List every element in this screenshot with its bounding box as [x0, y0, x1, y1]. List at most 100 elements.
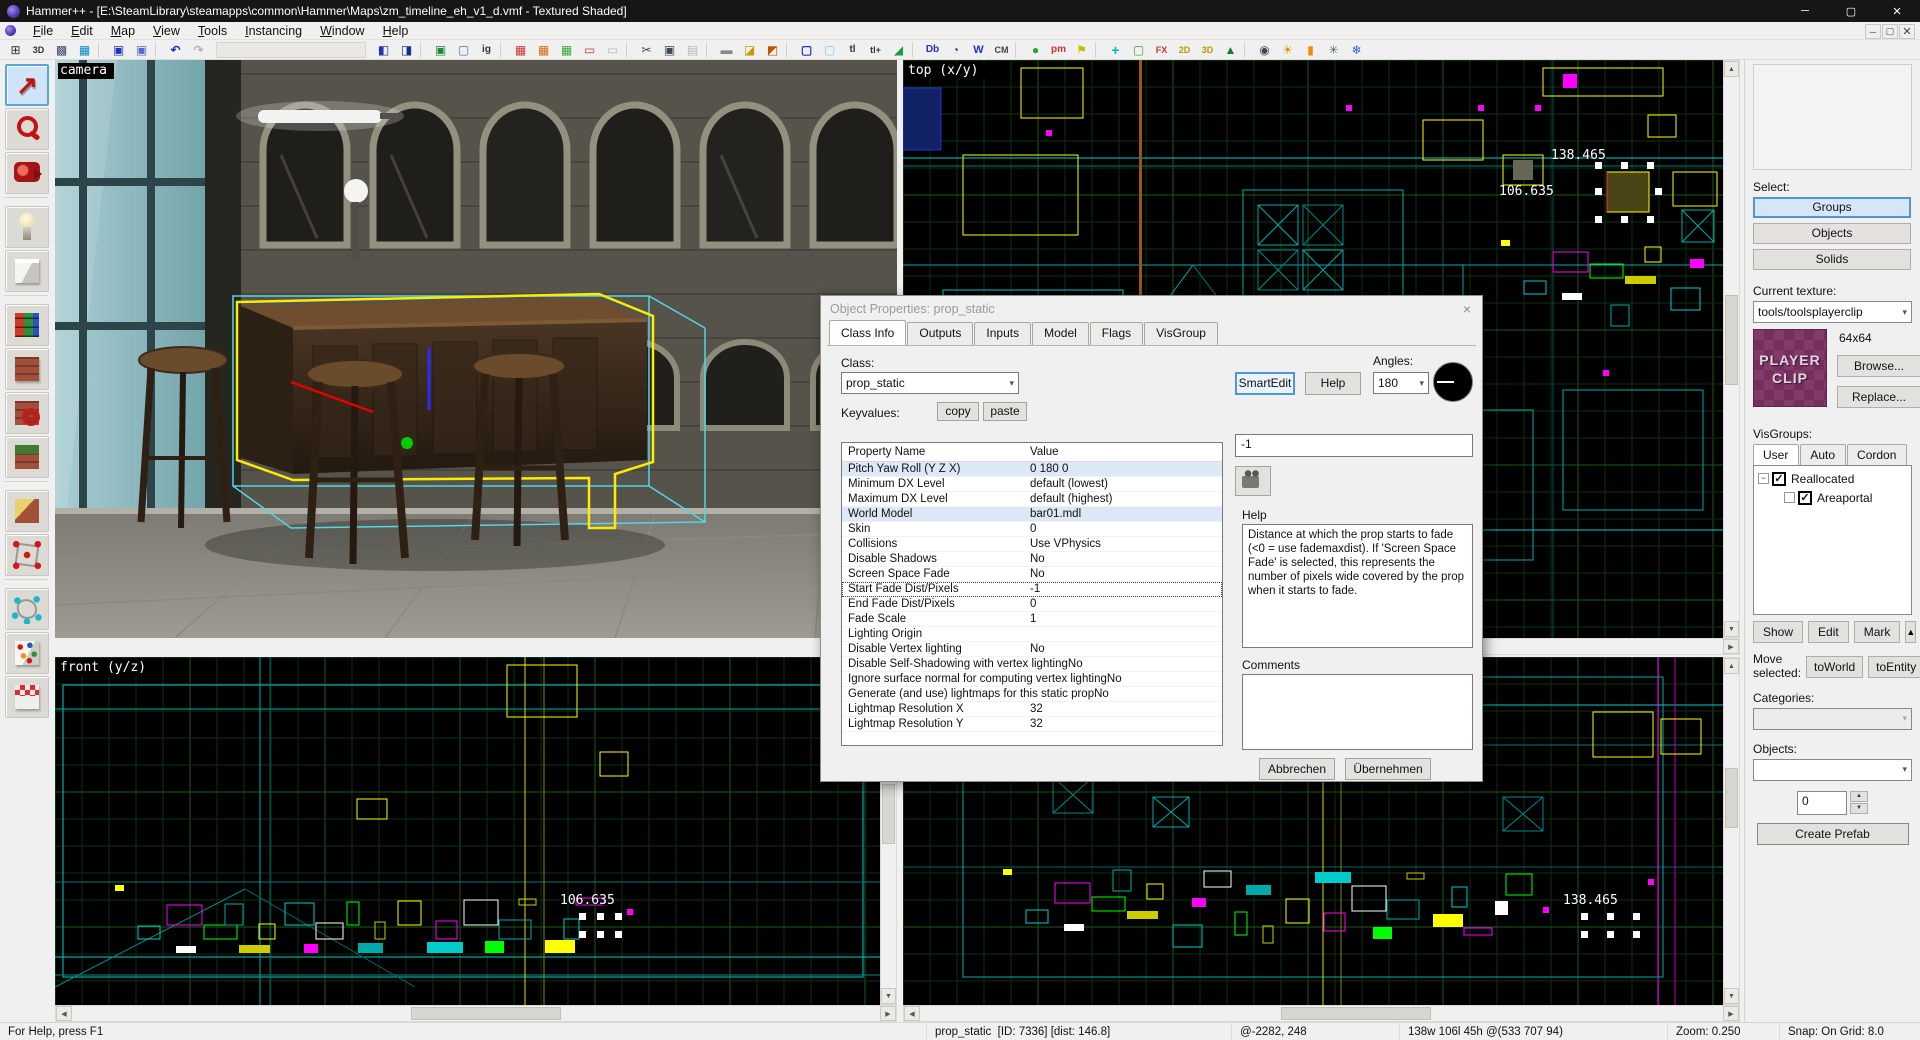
property-row[interactable]: Lighting Origin — [842, 627, 1222, 642]
scroll-down-icon[interactable] — [1724, 621, 1739, 637]
toolbar-button[interactable] — [912, 42, 919, 58]
scroll-right-icon[interactable] — [1723, 639, 1739, 654]
mdi-minimize-button[interactable] — [1865, 24, 1881, 39]
clipping-tool[interactable] — [5, 490, 49, 532]
grid-3d-icon[interactable]: 3D — [27, 41, 50, 59]
objects-combobox[interactable] — [1753, 759, 1912, 781]
property-row[interactable]: Pitch Yaw Roll (Y Z X) 0 180 0 — [842, 462, 1222, 477]
select-mode-button[interactable]: Solids — [1753, 249, 1911, 270]
help-button[interactable]: Help — [1305, 372, 1361, 395]
visgroup-action-button[interactable]: Show — [1753, 621, 1803, 643]
menu-item[interactable]: Map — [102, 23, 144, 39]
menu-item[interactable]: File — [24, 23, 62, 39]
cancel-button[interactable]: Abbrechen — [1259, 758, 1335, 780]
instance-collapse-icon[interactable]: ▮ — [1299, 41, 1322, 59]
menu-item[interactable]: View — [144, 23, 189, 39]
hide-unselected-icon[interactable]: ▦ — [532, 41, 555, 59]
front-viewport-hscrollbar[interactable] — [55, 1005, 897, 1022]
dialog-tab[interactable]: VisGroup — [1144, 322, 1218, 345]
toolbar-button[interactable] — [786, 42, 793, 58]
minimize-button[interactable] — [1782, 0, 1828, 22]
toolbar-button[interactable] — [706, 42, 713, 58]
sprinkle-tool[interactable] — [5, 632, 49, 674]
tool-button[interactable] — [4, 481, 48, 487]
move-selected-button[interactable]: toWorld — [1806, 656, 1863, 678]
redo-icon[interactable]: ↷ — [187, 41, 210, 59]
tool-button[interactable] — [4, 295, 48, 301]
mdi-restore-button[interactable] — [1882, 24, 1898, 39]
toolbar-button[interactable] — [1095, 42, 1102, 58]
menu-item[interactable]: Edit — [62, 23, 102, 39]
visgroup-item[interactable]: − Reallocated — [1756, 469, 1909, 488]
property-row[interactable]: Lightmap Resolution Y 32 — [842, 717, 1222, 732]
tool-button[interactable] — [4, 579, 48, 585]
ignore-groups-icon[interactable]: ig — [475, 41, 498, 59]
make-hollow-icon[interactable]: ◨ — [395, 41, 418, 59]
maximize-button[interactable] — [1828, 0, 1874, 22]
sprites-3d-icon[interactable]: 3D — [1196, 41, 1219, 59]
cut-icon[interactable]: ✂ — [635, 41, 658, 59]
menu-item[interactable]: Instancing — [236, 23, 311, 39]
scroll-right-icon[interactable] — [1723, 1006, 1739, 1021]
manifest-icon[interactable]: ✳ — [1322, 41, 1345, 59]
visgroup-checkbox[interactable] — [1798, 491, 1812, 505]
hide-selected-icon[interactable]: ▦ — [509, 41, 532, 59]
texture-scale-lock-icon[interactable]: ◩ — [761, 41, 784, 59]
property-row[interactable]: Collisions Use VPhysics — [842, 537, 1222, 552]
class-combobox[interactable]: prop_static — [841, 372, 1019, 394]
show-hidden-icon[interactable]: ▦ — [555, 41, 578, 59]
dialog-title-bar[interactable]: Object Properties: prop_static × — [821, 296, 1482, 322]
side-viewport-vscrollbar[interactable] — [1723, 657, 1740, 1005]
dialog-tab[interactable]: Inputs — [974, 322, 1031, 345]
toolbar-button[interactable] — [1015, 42, 1022, 58]
ungroup-icon[interactable]: ▢ — [452, 41, 475, 59]
snow-particles-icon[interactable]: ❄ — [1345, 41, 1368, 59]
select-mode-icon[interactable]: ▢ — [795, 41, 818, 59]
create-prefab-button[interactable]: Create Prefab — [1757, 823, 1909, 845]
texture-application-tool[interactable] — [5, 304, 49, 346]
detail-sprites-icon[interactable]: ▲ — [1219, 41, 1242, 59]
tool-button[interactable] — [4, 197, 48, 203]
group-icon[interactable]: ▣ — [429, 41, 452, 59]
property-row[interactable]: Fade Scale 1 — [842, 612, 1222, 627]
light-preview-icon[interactable]: ☀ — [1276, 41, 1299, 59]
scroll-up-icon[interactable] — [1724, 61, 1739, 77]
front-viewport[interactable]: front (y/z) 106.635 — [55, 657, 880, 1005]
property-row[interactable]: Screen Space Fade No — [842, 567, 1222, 582]
displacement-solid-icon[interactable]: ◢ — [887, 41, 910, 59]
toolbar-button[interactable] — [216, 42, 366, 58]
toolbar-button[interactable] — [1244, 42, 1251, 58]
browse-button[interactable]: Browse... — [1837, 355, 1920, 377]
angle-dial[interactable] — [1433, 362, 1473, 402]
cordon-edit-icon[interactable]: ▭ — [601, 41, 624, 59]
angles-combobox[interactable]: 180 — [1373, 372, 1429, 394]
visgroup-action-button[interactable]: Edit — [1808, 621, 1849, 643]
scroll-right-icon[interactable] — [880, 1006, 896, 1021]
snap-to-grid-icon[interactable]: ⊞ — [4, 41, 27, 59]
replace-button[interactable]: Replace... — [1837, 386, 1920, 408]
selection-tool[interactable] — [5, 64, 49, 106]
property-row[interactable]: World Model bar01.mdl — [842, 507, 1222, 522]
move-up-icon[interactable] — [1905, 621, 1916, 643]
sphere-preview-icon[interactable]: ● — [1024, 41, 1047, 59]
property-row[interactable]: Skin 0 — [842, 522, 1222, 537]
apply-decals-tool[interactable] — [5, 392, 49, 434]
toolbar-button[interactable] — [155, 42, 162, 58]
copy-button[interactable]: copy — [937, 402, 979, 421]
dialog-tab[interactable]: Model — [1032, 322, 1089, 345]
toolbar-button[interactable] — [626, 42, 633, 58]
compile-mode-icon[interactable]: CM — [990, 41, 1013, 59]
magnify-tool[interactable] — [5, 108, 49, 150]
paste-button[interactable]: paste — [983, 402, 1027, 421]
categories-combobox[interactable] — [1753, 708, 1912, 730]
texture-lock-icon[interactable]: ◪ — [738, 41, 761, 59]
copy-icon[interactable]: ▣ — [658, 41, 681, 59]
visgroup-tab[interactable]: Cordon — [1847, 444, 1907, 465]
dialog-close-icon[interactable]: × — [1452, 301, 1482, 317]
toolbar-button[interactable] — [500, 42, 507, 58]
property-row[interactable]: Lightmap Resolution X 32 — [842, 702, 1222, 717]
texture-lock-tl-icon[interactable]: tl — [841, 41, 864, 59]
texture-combobox[interactable]: tools/toolsplayerclip — [1753, 301, 1912, 323]
selection-bounds-icon[interactable]: ▢ — [1127, 41, 1150, 59]
entity-tool[interactable] — [5, 206, 49, 248]
